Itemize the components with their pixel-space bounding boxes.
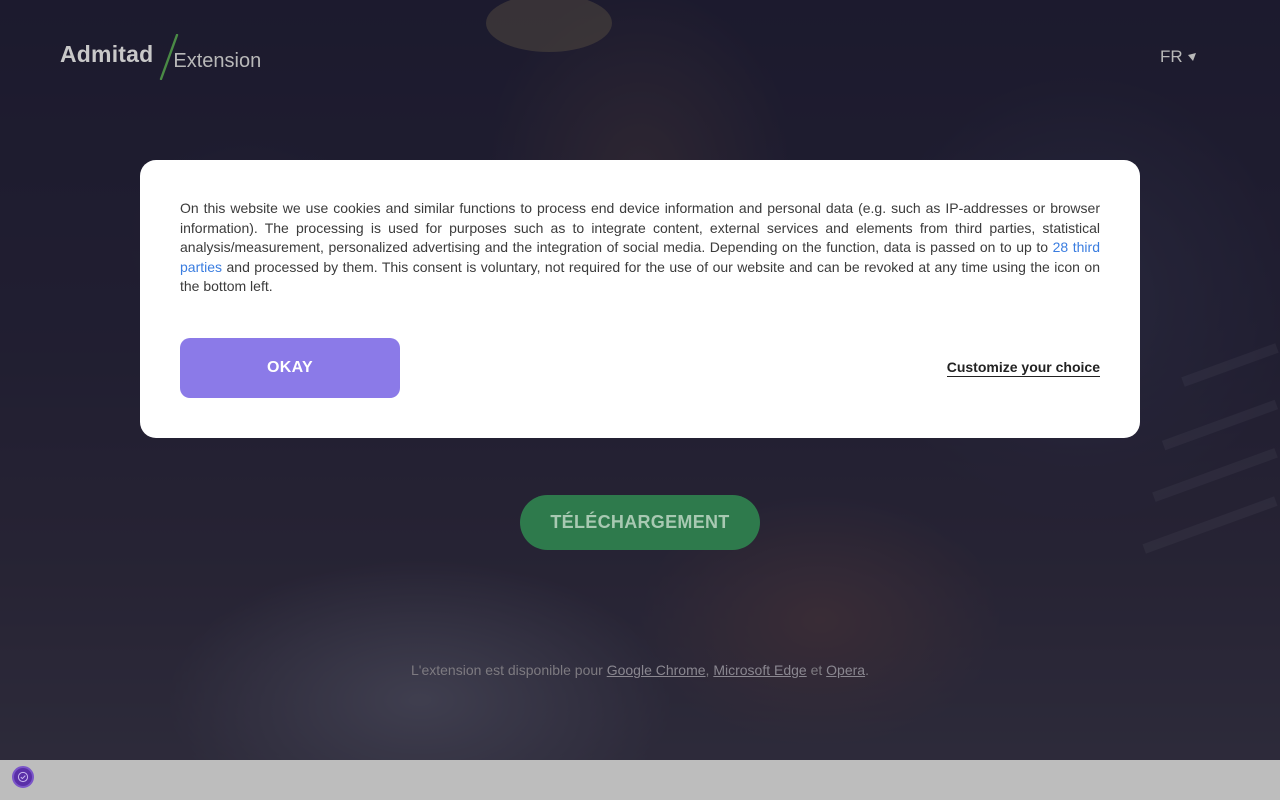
download-button[interactable]: TÉLÉCHARGEMENT [520,495,760,550]
privacy-shield-icon [17,771,29,783]
logo-subtitle: Extension [173,50,262,72]
okay-button[interactable]: OKAY [180,338,400,398]
period-text: . [865,662,869,678]
privacy-settings-button[interactable] [12,766,34,788]
language-label: FR [1160,47,1183,66]
caret-down-icon [1187,53,1196,61]
cookie-consent-dialog: On this website we use cookies and simil… [140,160,1140,438]
consent-text-start: On this website we use cookies and simil… [180,200,1100,256]
comma-separator: , [705,662,710,678]
consent-text-end: and processed by them. This consent is v… [180,258,1100,295]
availability-prefix: L'extension est disponible pour [411,662,607,678]
edge-link[interactable]: Microsoft Edge [713,662,806,678]
bottom-bar [0,760,1280,800]
consent-message: On this website we use cookies and simil… [180,199,1100,297]
language-selector[interactable]: FR [1160,47,1197,67]
customize-choice-link[interactable]: Customize your choice [946,359,1100,377]
admitad-extension-logo[interactable]: Admitad Extension [60,34,261,80]
logo-wordmark: Admitad [60,41,154,67]
conjunction-text: et [806,662,827,678]
opera-link[interactable]: Opera [826,662,865,678]
availability-text: L'extension est disponible pour Google C… [0,662,1280,678]
chrome-link[interactable]: Google Chrome [607,662,706,678]
